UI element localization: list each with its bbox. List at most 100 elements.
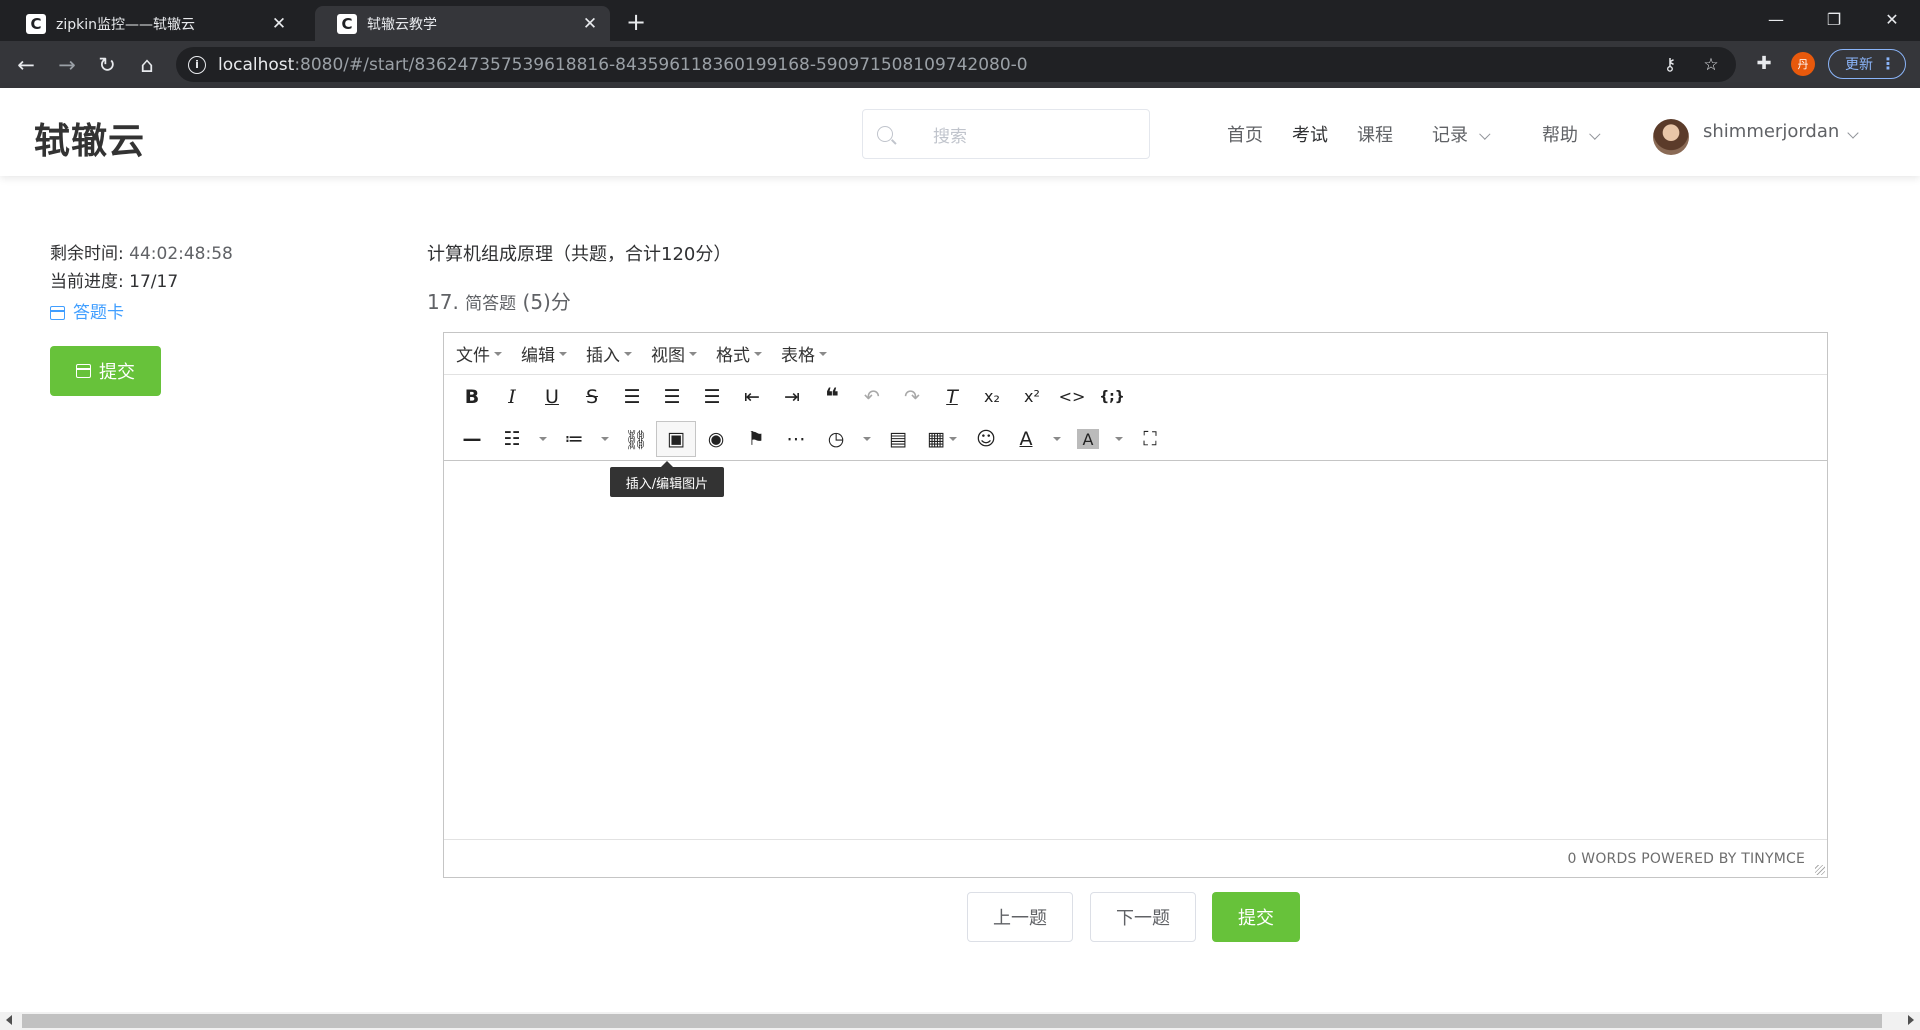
nav-home[interactable]: 首页	[1227, 121, 1263, 147]
insert-datetime-icon[interactable]: ◷	[816, 421, 856, 457]
editor-statusbar: 0 WORDS POWERED BY TINYMCE	[444, 839, 1827, 877]
menu-label: 插入	[586, 346, 620, 366]
code-sample-icon[interactable]: {;}	[1092, 379, 1132, 415]
restore-icon[interactable]: ❐	[1806, 0, 1862, 38]
menu-view[interactable]: 视图	[651, 341, 697, 366]
menu-format[interactable]: 格式	[716, 341, 762, 366]
scroll-left-arrow-icon[interactable]	[6, 1015, 12, 1025]
outdent-icon[interactable]: ⇤	[732, 379, 772, 415]
back-arrow-icon[interactable]: ←	[10, 49, 42, 81]
resize-handle-icon[interactable]	[1815, 865, 1825, 875]
progress: 当前进度: 17/17	[50, 268, 233, 296]
undo-icon[interactable]: ↶	[852, 379, 892, 415]
italic-icon[interactable]: I	[492, 379, 532, 415]
caret-down-icon	[948, 437, 957, 441]
superscript-icon[interactable]: x²	[1012, 379, 1052, 415]
tab-title: zipkin监控——轼辙云	[56, 16, 195, 33]
text-color-icon[interactable]: A	[1006, 421, 1046, 457]
site-info-icon[interactable]: i	[188, 55, 206, 74]
remaining-time-label: 剩余时间:	[50, 244, 124, 264]
tab-title: 轼辙云教学	[367, 16, 437, 33]
progress-value: 17/17	[129, 272, 179, 292]
menu-file[interactable]: 文件	[456, 341, 502, 366]
numbered-list-dropdown[interactable]	[594, 421, 616, 457]
submit-answer-button[interactable]: 提交	[1212, 892, 1300, 942]
submit-exam-button[interactable]: 提交	[50, 346, 161, 396]
align-left-icon[interactable]: ☰	[612, 379, 652, 415]
profile-avatar[interactable]: 丹	[1791, 52, 1815, 76]
preview-eye-icon[interactable]: ◉	[696, 421, 736, 457]
link-icon[interactable]: ⛓	[616, 421, 656, 457]
align-center-icon[interactable]: ☰	[652, 379, 692, 415]
menu-edit[interactable]: 编辑	[521, 341, 567, 366]
bullet-list-dropdown[interactable]	[532, 421, 554, 457]
redo-icon[interactable]: ↷	[892, 379, 932, 415]
username[interactable]: shimmerjordan	[1703, 121, 1839, 142]
editor-content-area[interactable]	[444, 464, 1827, 840]
blockquote-icon[interactable]: ❝	[812, 379, 852, 415]
numbered-list-icon[interactable]: ≔	[554, 421, 594, 457]
source-code-icon[interactable]: <>	[1052, 379, 1092, 415]
more-menu-icon[interactable]: ⋮	[1880, 54, 1896, 73]
window-close-icon[interactable]: ✕	[1864, 0, 1920, 38]
subscript-icon[interactable]: x₂	[972, 379, 1012, 415]
media-icon[interactable]: ▤	[878, 421, 918, 457]
browser-tab-zipkin[interactable]: C zipkin监控——轼辙云 ✕	[4, 6, 299, 41]
scroll-right-arrow-icon[interactable]	[1908, 1015, 1914, 1025]
browser-tab-active[interactable]: C 轼辙云教学 ✕	[315, 6, 610, 41]
underline-icon[interactable]: U	[532, 379, 572, 415]
bullet-list-icon[interactable]: ☷	[492, 421, 532, 457]
address-bar[interactable]: i localhost:8080/#/start/836247357539618…	[176, 47, 1736, 82]
fullscreen-icon[interactable]: ⛶	[1130, 421, 1170, 457]
indent-icon[interactable]: ⇥	[772, 379, 812, 415]
extensions-puzzle-icon[interactable]: ✚	[1750, 49, 1778, 77]
minimize-icon[interactable]: —	[1748, 0, 1804, 38]
menu-label: 格式	[716, 346, 750, 366]
nav-records[interactable]: 记录	[1432, 121, 1491, 147]
table-icon[interactable]: ▦	[918, 421, 966, 457]
reload-icon[interactable]: ↻	[91, 49, 123, 81]
user-avatar[interactable]	[1653, 119, 1689, 155]
paper-title: 计算机组成原理（共题，合计120分）	[427, 244, 732, 265]
site-favicon-icon: C	[337, 13, 357, 34]
scrollbar-thumb[interactable]	[22, 1014, 1882, 1028]
horizontal-rule-icon[interactable]: —	[452, 421, 492, 457]
text-color-dropdown[interactable]	[1046, 421, 1068, 457]
home-icon[interactable]: ⌂	[131, 49, 163, 81]
nav-help[interactable]: 帮助	[1542, 121, 1601, 147]
horizontal-scrollbar[interactable]	[0, 1012, 1920, 1030]
prev-question-button[interactable]: 上一题	[967, 892, 1073, 942]
menu-insert[interactable]: 插入	[586, 341, 632, 366]
strikethrough-icon[interactable]: S	[572, 379, 612, 415]
bookmark-star-icon[interactable]: ☆	[1699, 53, 1723, 77]
image-icon[interactable]: ▣	[656, 421, 696, 457]
chevron-down-icon[interactable]	[1847, 127, 1859, 139]
background-color-icon[interactable]: A	[1077, 429, 1099, 449]
next-question-button[interactable]: 下一题	[1090, 892, 1196, 942]
forward-arrow-icon[interactable]: →	[51, 49, 83, 81]
update-label: 更新	[1845, 57, 1873, 73]
browser-toolbar: ← → ↻ ⌂ i localhost:8080/#/start/8362473…	[0, 41, 1920, 88]
background-color-dropdown[interactable]	[1108, 421, 1130, 457]
clear-format-icon[interactable]: T	[932, 379, 972, 415]
nav-help-label: 帮助	[1542, 125, 1578, 146]
new-tab-icon[interactable]: +	[622, 9, 650, 37]
site-logo[interactable]: 轼辙云	[34, 112, 145, 164]
search-input[interactable]: 搜索	[862, 109, 1150, 159]
tab-close-icon[interactable]: ✕	[269, 14, 289, 34]
answer-card-link[interactable]: 答题卡	[50, 298, 233, 328]
menu-table[interactable]: 表格	[781, 341, 827, 366]
url-text[interactable]: localhost:8080/#/start/83624735753961881…	[218, 55, 1028, 75]
key-icon[interactable]: ⚷	[1658, 53, 1682, 77]
align-right-icon[interactable]: ☰	[692, 379, 732, 415]
bold-icon[interactable]: B	[452, 379, 492, 415]
caret-down-icon	[559, 351, 567, 356]
nav-exam[interactable]: 考试	[1292, 121, 1328, 147]
bookmark-anchor-icon[interactable]: ⚑	[736, 421, 776, 457]
emoticons-icon[interactable]: ☺	[966, 421, 1006, 457]
tab-close-icon[interactable]: ✕	[580, 14, 600, 34]
insert-datetime-dropdown[interactable]	[856, 421, 878, 457]
update-button[interactable]: 更新 ⋮	[1828, 49, 1906, 79]
nav-course[interactable]: 课程	[1357, 121, 1393, 147]
page-break-icon[interactable]: ⋯	[776, 421, 816, 457]
